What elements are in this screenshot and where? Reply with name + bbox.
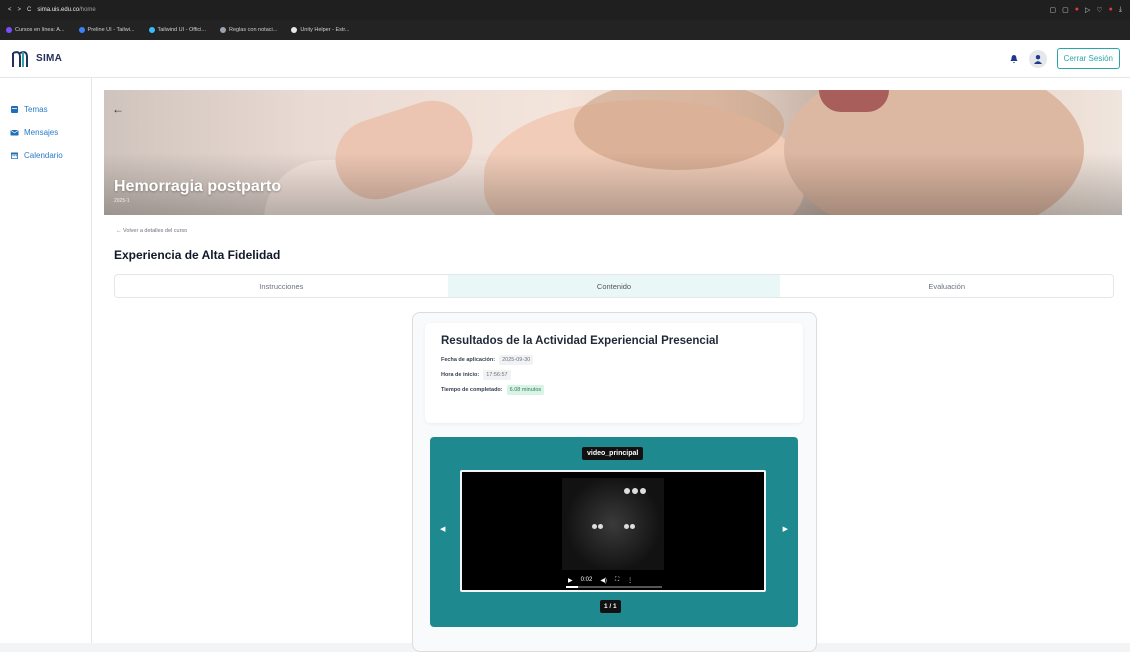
sidebar-item-mensajes[interactable]: Mensajes xyxy=(0,121,91,144)
bookmark-item[interactable]: Preline UI - Tailwi... xyxy=(78,27,135,33)
page-title: Experiencia de Alta Fidelidad xyxy=(114,248,281,262)
bookmark-favicon-icon xyxy=(6,27,12,33)
tab-evaluacion[interactable]: Evaluación xyxy=(780,275,1113,297)
video-player[interactable]: ▶ 0:02 ◀) ⛶ ⋮ xyxy=(460,470,766,592)
bookmark-favicon-icon xyxy=(78,27,85,33)
sidebar-item-calendario[interactable]: Calendario xyxy=(0,144,91,167)
video-detail xyxy=(598,524,603,529)
tab-contenido[interactable]: Contenido xyxy=(447,275,781,297)
back-nav-icon[interactable]: < xyxy=(8,7,12,13)
bookmark-item[interactable]: Reglas con notaci... xyxy=(220,27,277,33)
address-bar[interactable]: sima.uis.edu.co/home xyxy=(37,7,95,13)
main-content: ← Hemorragia postparto 2025-1 ← Volver a… xyxy=(92,78,1130,652)
video-detail xyxy=(624,524,629,529)
tiempo-value: 6.08 minutos xyxy=(506,385,545,395)
extensions-area: ▢ ▢ ● ▷ ♡ ● ⤓ xyxy=(1050,6,1123,14)
avatar[interactable] xyxy=(1028,49,1047,68)
hora-label: Hora de inicio: xyxy=(441,372,480,378)
video-progress-bar[interactable] xyxy=(566,586,662,588)
carousel-prev-icon[interactable]: ◀ xyxy=(440,525,445,533)
video-detail xyxy=(624,488,630,494)
video-detail xyxy=(592,524,597,529)
extension-icon[interactable]: ▢ xyxy=(1062,6,1069,14)
bookmark-label: Preline UI - Tailwi... xyxy=(87,27,135,33)
results-card: Resultados de la Actividad Experiencial … xyxy=(425,323,803,423)
forward-nav-icon[interactable]: > xyxy=(18,7,22,13)
url-domain: sima.uis.edu.co xyxy=(37,7,80,13)
video-frame xyxy=(562,478,664,570)
bookmarks-bar: Cursos en línea: A... Preline UI - Tailw… xyxy=(0,20,1130,40)
bookmark-item[interactable]: Unity Helper - Estr... xyxy=(291,27,350,33)
results-title: Resultados de la Actividad Experiencial … xyxy=(441,335,719,347)
video-time: 0:02 xyxy=(580,577,593,583)
bookmark-favicon-icon xyxy=(220,27,226,33)
extension-icon[interactable]: ▢ xyxy=(1050,6,1057,14)
browser-toolbar: < > C sima.uis.edu.co/home ▢ ▢ ● ▷ ♡ ● ⤓ xyxy=(0,0,1130,20)
tab-instrucciones[interactable]: Instrucciones xyxy=(115,275,448,297)
user-icon xyxy=(1033,54,1042,64)
app-name: SIMA xyxy=(36,53,63,64)
shield-extension-icon[interactable]: ● xyxy=(1075,6,1079,14)
meta-hora: Hora de inicio: 17:56:57 xyxy=(441,370,787,380)
page-indicator: 1 / 1 xyxy=(600,600,621,613)
bookmark-item[interactable]: Tailwind UI - Offici... xyxy=(148,27,207,33)
course-period: 2025-1 xyxy=(114,198,130,204)
play-icon[interactable]: ▶ xyxy=(568,577,573,584)
bookmark-label: Reglas con notaci... xyxy=(229,27,278,33)
app-header: SIMA Cerrar Sesión xyxy=(0,40,1130,78)
video-detail xyxy=(632,488,638,494)
course-title: Hemorragia postparto xyxy=(114,178,282,195)
bookmark-favicon-icon xyxy=(148,27,155,33)
calendar-icon xyxy=(11,152,18,159)
back-to-course-link[interactable]: ← Volver a detalles del curso xyxy=(116,228,187,234)
logout-button[interactable]: Cerrar Sesión xyxy=(1056,48,1120,69)
sidebar-item-label: Temas xyxy=(24,105,48,114)
tab-bar: Instrucciones Contenido Evaluación xyxy=(114,274,1114,298)
back-arrow-icon[interactable]: ← xyxy=(112,102,124,116)
bookmark-favicon-icon xyxy=(291,27,298,33)
course-banner: ← Hemorragia postparto 2025-1 xyxy=(104,90,1122,215)
sidebar-item-label: Calendario xyxy=(24,151,63,160)
meta-tiempo: Tiempo de completado: 6.08 minutos xyxy=(441,385,787,395)
extension-icon[interactable]: ▷ xyxy=(1085,6,1090,14)
app-logo[interactable]: SIMA xyxy=(10,49,62,69)
sidebar-item-label: Mensajes xyxy=(24,128,59,137)
hora-value: 17:56:57 xyxy=(483,370,511,380)
volume-icon[interactable]: ◀) xyxy=(600,577,607,584)
url-path: /home xyxy=(79,7,96,13)
bookmark-item[interactable]: Cursos en línea: A... xyxy=(6,27,65,33)
meta-fecha: Fecha de aplicación: 2025-09-30 xyxy=(441,355,787,365)
video-name-badge: video_principal xyxy=(582,447,644,460)
sidebar: Temas Mensajes Calendario xyxy=(0,78,92,643)
book-icon xyxy=(11,106,18,113)
fecha-label: Fecha de aplicación: xyxy=(441,357,496,363)
sidebar-item-temas[interactable]: Temas xyxy=(0,98,91,121)
bookmark-label: Unity Helper - Estr... xyxy=(300,27,350,33)
extension-icon[interactable]: ♡ xyxy=(1096,6,1102,14)
bookmark-label: Cursos en línea: A... xyxy=(15,27,65,33)
reload-icon[interactable]: C xyxy=(27,7,31,13)
video-progress-fill xyxy=(566,586,578,588)
carousel-next-icon[interactable]: ▶ xyxy=(783,525,788,533)
video-detail xyxy=(640,488,646,494)
video-detail xyxy=(630,524,635,529)
tiempo-label: Tiempo de completado: xyxy=(441,387,503,393)
sima-logo-icon xyxy=(12,50,28,67)
envelope-icon xyxy=(10,130,19,136)
content-panel: Resultados de la Actividad Experiencial … xyxy=(412,312,817,652)
video-carousel: video_principal ◀ ▶ ▶ 0:02 ◀) ⛶ ⋮ 1 / 1 xyxy=(430,437,798,627)
fecha-value: 2025-09-30 xyxy=(499,355,534,365)
banner-overlay xyxy=(104,90,1122,215)
bell-icon[interactable] xyxy=(1009,54,1019,64)
download-icon[interactable]: ⤓ xyxy=(1119,6,1122,14)
more-options-icon[interactable]: ⋮ xyxy=(627,577,633,584)
fullscreen-icon[interactable]: ⛶ xyxy=(615,577,619,584)
bookmark-label: Tailwind UI - Offici... xyxy=(157,27,207,33)
extension-icon[interactable]: ● xyxy=(1109,6,1113,14)
